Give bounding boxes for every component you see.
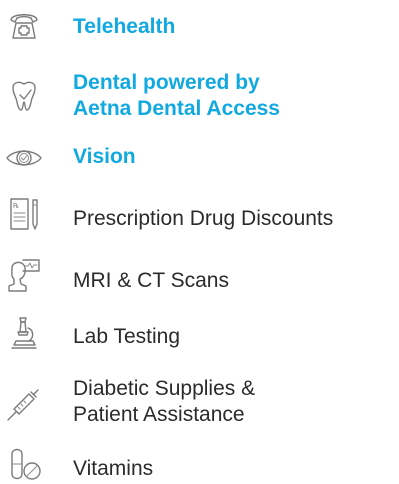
benefit-item-lab-testing[interactable]: Lab Testing — [0, 310, 399, 362]
telephone-medical-icon — [4, 6, 44, 46]
tooth-icon — [4, 76, 44, 116]
benefit-label-vision: Vision — [73, 145, 136, 168]
benefit-item-vision[interactable]: Vision — [0, 140, 399, 186]
benefit-item-prescription[interactable]: ℞ Prescription Drug Discounts — [0, 192, 399, 242]
benefit-label-lab-testing: Lab Testing — [73, 325, 181, 348]
benefit-label-mri-ct: MRI & CT Scans — [73, 269, 229, 292]
benefit-label-dental-line-2: Aetna Dental Access — [73, 97, 280, 120]
benefit-item-telehealth[interactable]: Telehealth — [0, 0, 399, 50]
eye-icon — [4, 140, 44, 180]
pills-icon — [4, 444, 44, 484]
benefit-label-diabetic-supplies: Diabetic Supplies & Patient Assistance — [73, 376, 255, 428]
mri-scan-icon — [4, 256, 44, 296]
prescription-icon: ℞ — [4, 194, 44, 234]
benefit-label-dental-line-1: Dental powered by — [73, 71, 260, 94]
benefit-label-vitamins: Vitamins — [73, 457, 154, 480]
syringe-icon — [4, 384, 44, 424]
benefit-item-dental[interactable]: Dental powered by Aetna Dental Access — [0, 66, 399, 128]
benefit-label-dental: Dental powered by Aetna Dental Access — [73, 70, 280, 122]
benefit-label-diabetic-line-1: Diabetic Supplies & — [73, 377, 256, 400]
benefit-label-prescription: Prescription Drug Discounts — [73, 207, 334, 230]
microscope-icon — [4, 314, 44, 354]
benefit-item-mri-ct[interactable]: MRI & CT Scans — [0, 250, 399, 302]
benefit-item-vitamins[interactable]: Vitamins — [0, 444, 399, 484]
benefit-item-diabetic-supplies[interactable]: Diabetic Supplies & Patient Assistance — [0, 372, 399, 434]
benefit-label-telehealth: Telehealth — [73, 15, 176, 38]
benefit-label-diabetic-line-2: Patient Assistance — [73, 403, 245, 426]
benefit-list: Telehealth Dental powered by Aetna Denta… — [0, 0, 399, 484]
svg-text:℞: ℞ — [13, 202, 19, 210]
